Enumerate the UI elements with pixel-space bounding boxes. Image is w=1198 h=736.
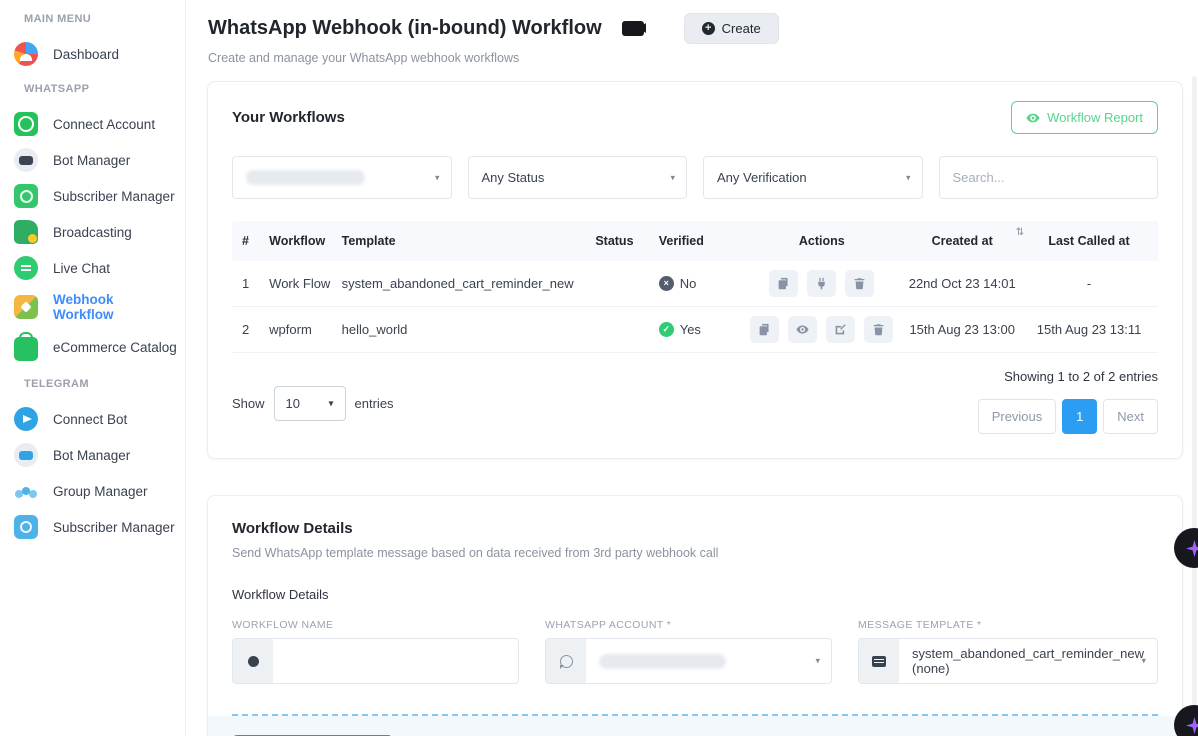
pagination: Previous 1 Next [978, 399, 1158, 434]
sidebar-item-webhook-workflow[interactable]: Webhook Workflow [0, 286, 185, 328]
results-summary: Showing 1 to 2 of 2 entries [978, 369, 1158, 384]
workflows-card-title: Your Workflows [232, 101, 345, 126]
your-workflows-card: Your Workflows Workflow Report ▾ Any Sta… [207, 81, 1183, 459]
check-circle-icon: ✓ [659, 322, 674, 337]
redacted-account-value [246, 170, 365, 185]
eye-icon[interactable] [788, 316, 817, 343]
table-row: 2 wpform hello_world ✓ Yes [232, 307, 1158, 353]
account-filter-select[interactable]: ▾ [232, 156, 452, 199]
chevron-down-icon: ▾ [670, 172, 675, 183]
message-template-select[interactable]: system_abandoned_cart_reminder_new (none… [858, 638, 1158, 684]
main-content: WhatsApp Webhook (in-bound) Workflow + C… [186, 0, 1198, 736]
plug-icon[interactable] [807, 270, 836, 297]
verification-filter-select[interactable]: Any Verification ▾ [703, 156, 923, 199]
next-page-button[interactable]: Next [1103, 399, 1158, 434]
chevron-down-icon: ▾ [1141, 656, 1146, 667]
chevron-down-icon: ▾ [329, 398, 334, 409]
page-title: WhatsApp Webhook (in-bound) Workflow [208, 17, 602, 40]
sidebar-section-main-menu: MAIN MENU [0, 2, 185, 36]
details-section-label: Workflow Details [232, 587, 1158, 602]
sparkle-star-icon [1186, 717, 1198, 734]
shopping-bag-icon [14, 337, 38, 361]
sidebar-item-ecommerce-catalog[interactable]: eCommerce Catalog [0, 328, 185, 367]
plus-circle-icon: + [702, 22, 715, 35]
sidebar-item-dashboard[interactable]: Dashboard [0, 36, 185, 72]
workflow-name-input[interactable] [286, 654, 505, 669]
verified-badge: × No [659, 276, 750, 291]
page-1-button[interactable]: 1 [1062, 399, 1097, 434]
search-filter [939, 156, 1159, 199]
whatsapp-account-select[interactable]: ▾ [545, 638, 832, 684]
chevron-down-icon: ▾ [435, 172, 440, 183]
details-card-subtitle: Send WhatsApp template message based on … [232, 546, 1158, 560]
chevron-down-icon: ▾ [906, 172, 911, 183]
edit-icon[interactable] [826, 316, 855, 343]
robot-icon [14, 443, 38, 467]
search-input[interactable] [953, 170, 1145, 185]
previous-page-button[interactable]: Previous [978, 399, 1057, 434]
workflow-report-button[interactable]: Workflow Report [1011, 101, 1158, 134]
redacted-account-value [599, 654, 726, 669]
trash-icon[interactable] [845, 270, 874, 297]
sidebar-item-subscriber-manager[interactable]: Subscriber Manager [0, 178, 185, 214]
dot-icon [248, 656, 259, 667]
entries-label: entries [355, 396, 394, 411]
dashboard-gauge-icon [14, 42, 38, 66]
sidebar-item-broadcasting[interactable]: Broadcasting [0, 214, 185, 250]
workflows-table: # Workflow Template Status Verified Acti… [232, 221, 1158, 353]
trash-icon[interactable] [864, 316, 893, 343]
sort-icon[interactable]: ⇅ [1016, 227, 1024, 238]
table-header-row: # Workflow Template Status Verified Acti… [232, 221, 1158, 261]
sidebar-item-tg-subscriber-manager[interactable]: Subscriber Manager [0, 509, 185, 545]
scrollbar[interactable] [1192, 76, 1197, 736]
field-prefix [233, 639, 273, 683]
whatsapp-outline-icon [560, 655, 573, 668]
created-at-header[interactable]: Created at ⇅ [894, 234, 1030, 248]
template-card-icon [872, 656, 886, 667]
sidebar-item-connect-account[interactable]: Connect Account [0, 106, 185, 142]
whatsapp-account-field: WHATSAPP ACCOUNT * ▾ [545, 619, 832, 684]
contacts-icon [14, 184, 38, 208]
sidebar-item-live-chat[interactable]: Live Chat [0, 250, 185, 286]
chevron-down-icon: ▾ [816, 656, 821, 667]
entries-per-page-select[interactable]: 10 ▾ [274, 386, 346, 421]
cross-circle-icon: × [659, 276, 674, 291]
sidebar-item-tg-bot-manager[interactable]: Bot Manager [0, 437, 185, 473]
app-window: MAIN MENU Dashboard WHATSAPP Connect Acc… [0, 0, 1198, 736]
table-row: 1 Work Flow system_abandoned_cart_remind… [232, 261, 1158, 307]
details-card-title: Workflow Details [232, 520, 1158, 537]
sidebar-section-telegram: TELEGRAM [0, 367, 185, 401]
group-icon [14, 479, 38, 503]
verified-badge: ✓ Yes [659, 322, 750, 337]
sidebar-item-group-manager[interactable]: Group Manager [0, 473, 185, 509]
whatsapp-icon [14, 112, 38, 136]
workflow-icon [14, 295, 38, 319]
field-prefix [546, 639, 586, 683]
video-camera-icon[interactable] [622, 21, 644, 36]
page-subtitle: Create and manage your WhatsApp webhook … [186, 44, 1198, 65]
sidebar: MAIN MENU Dashboard WHATSAPP Connect Acc… [0, 0, 186, 736]
workflow-name-field: WORKFLOW NAME [232, 619, 519, 684]
megaphone-icon [14, 220, 38, 244]
telegram-icon [14, 407, 38, 431]
workflow-details-card: Workflow Details Send WhatsApp template … [207, 495, 1183, 736]
status-filter-select[interactable]: Any Status ▾ [468, 156, 688, 199]
sidebar-item-connect-bot[interactable]: Connect Bot [0, 401, 185, 437]
contacts-icon [14, 515, 38, 539]
message-template-field: MESSAGE TEMPLATE * system_abandoned_cart… [858, 619, 1158, 684]
sidebar-item-bot-manager[interactable]: Bot Manager [0, 142, 185, 178]
copy-icon[interactable] [750, 316, 779, 343]
sparkle-star-icon [1186, 540, 1198, 557]
copy-icon[interactable] [769, 270, 798, 297]
create-button[interactable]: + Create [684, 13, 779, 44]
chat-bubble-icon [14, 256, 38, 280]
field-prefix [859, 639, 899, 683]
robot-icon [14, 148, 38, 172]
eye-icon [1026, 111, 1040, 125]
sidebar-section-whatsapp: WHATSAPP [0, 72, 185, 106]
show-label: Show [232, 396, 265, 411]
